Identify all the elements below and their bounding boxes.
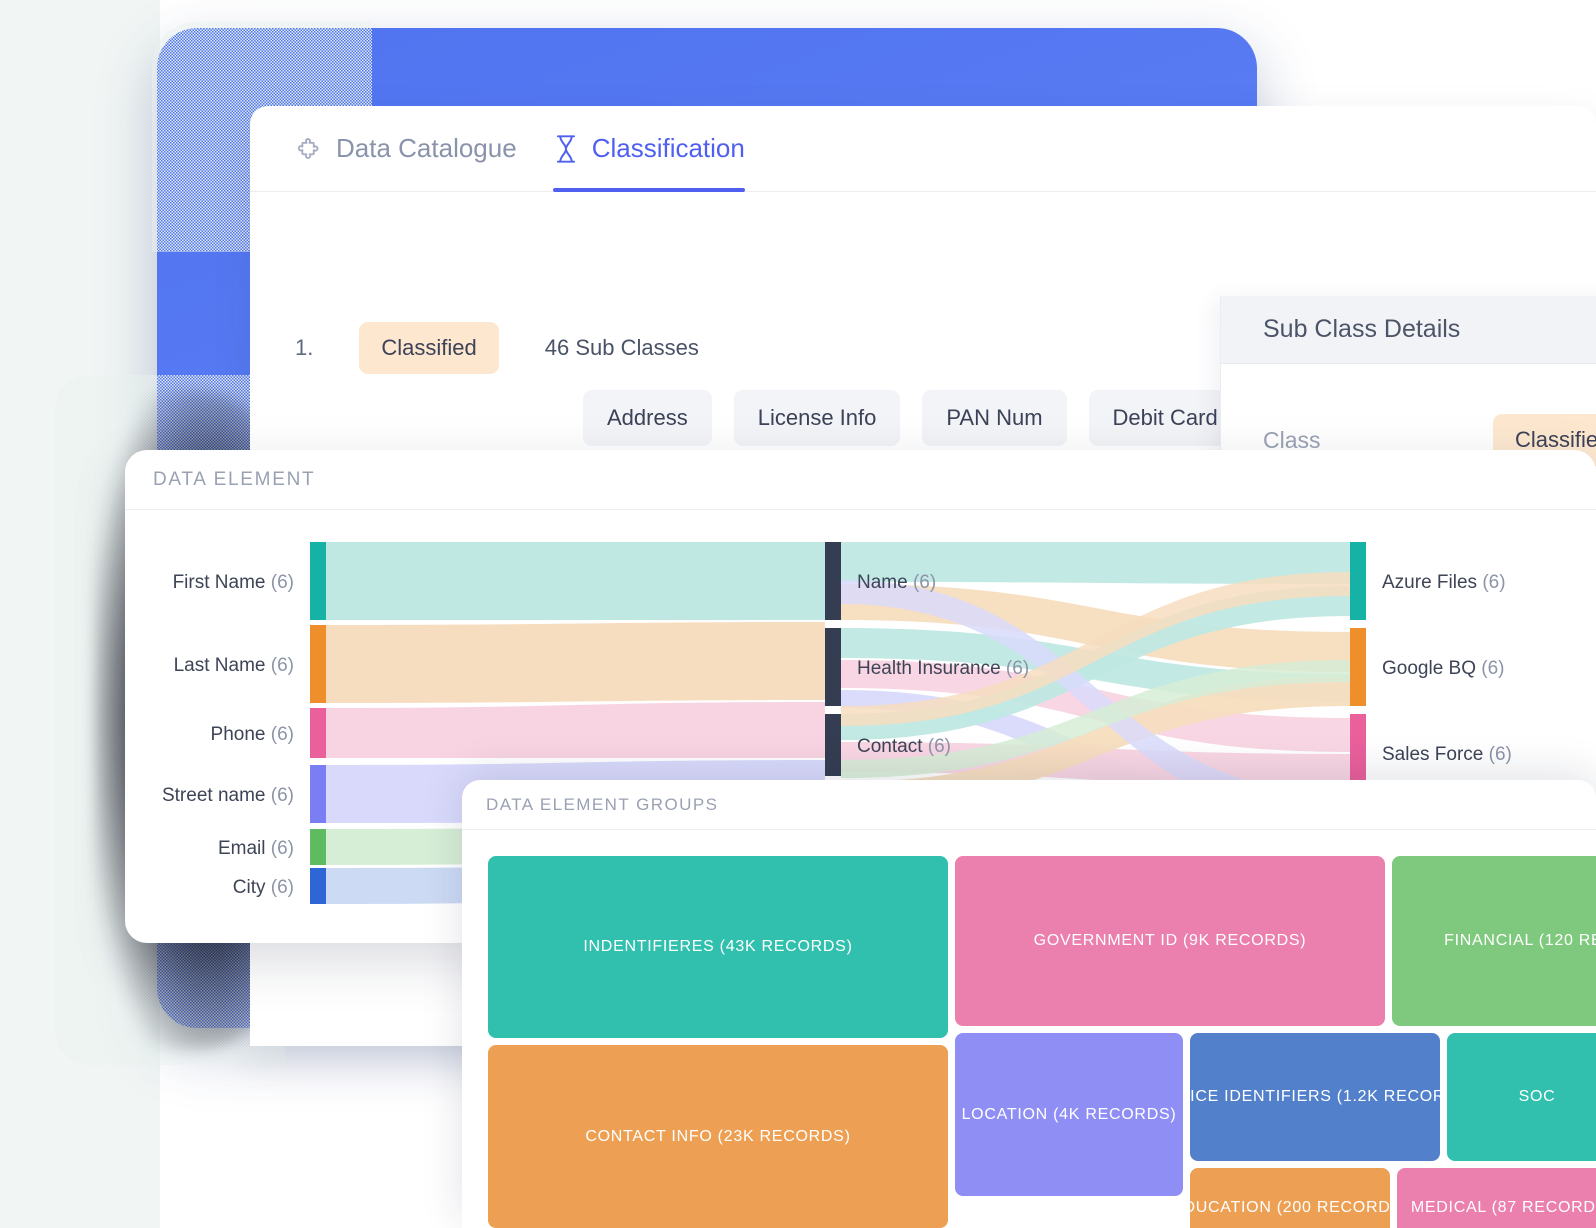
sankey-node-last_name[interactable] <box>310 625 326 703</box>
tab-label: Classification <box>591 133 745 163</box>
class-pill[interactable]: Classified <box>359 322 499 374</box>
sankey-node-contact[interactable] <box>825 714 841 776</box>
sankey-node-street_name[interactable] <box>310 765 326 823</box>
subclass-details-header: Sub Class Details <box>1221 296 1596 364</box>
treemap-chart: INDENTIFIERES (43K RECORDS) CONTACT INFO … <box>462 830 1596 1228</box>
sankey-node-label: First Name (6) <box>173 572 294 593</box>
treemap-tile-label: GOVERNMENT ID (9K RECORDS) <box>1033 932 1307 949</box>
treemap-tile[interactable]: GOVERNMENT ID (9K RECORDS) <box>955 856 1385 1026</box>
panel-title: Sub Class Details <box>1263 315 1461 343</box>
classification-row: 1. Classified 46 Sub Classes <box>295 322 699 374</box>
treemap-tile[interactable]: SOC <box>1447 1033 1596 1161</box>
sankey-node-phone[interactable] <box>310 708 326 758</box>
sankey-link <box>326 542 825 620</box>
data-element-groups-card: DATA ELEMENT GROUPS INDENTIFIERES (43K R… <box>462 780 1596 1228</box>
tab-data-catalogue[interactable]: Data Catalogue <box>295 106 517 192</box>
subclass-chip[interactable]: License Info <box>733 390 901 446</box>
tab-bar: Data Catalogue Classification <box>250 106 1596 192</box>
sankey-node-google_bq[interactable] <box>1350 628 1366 706</box>
hourglass-icon <box>553 134 579 164</box>
tab-classification[interactable]: Classification <box>552 106 746 192</box>
sankey-link <box>326 702 825 758</box>
sankey-node-email[interactable] <box>310 829 326 865</box>
treemap-tile[interactable]: DEVICE IDENTIFIERS (1.2K RECORDS) <box>1190 1033 1440 1161</box>
class-index: 1. <box>295 335 314 360</box>
sankey-node-first_name[interactable] <box>310 542 326 620</box>
treemap-tile[interactable]: FINANCIAL (120 RECORDS) <box>1392 856 1596 1026</box>
subclass-chip[interactable]: Address <box>583 390 712 446</box>
treemap-tile[interactable]: EDUCATION (200 RECORDS) <box>1190 1168 1390 1228</box>
tab-label: Data Catalogue <box>336 133 517 163</box>
sankey-node-label: Azure Files (6) <box>1382 572 1506 593</box>
puzzle-piece-icon <box>295 135 323 163</box>
sankey-node-label: Phone (6) <box>211 724 294 745</box>
sankey-node-health_insurance[interactable] <box>825 628 841 706</box>
subclass-count: 46 Sub Classes <box>544 335 699 360</box>
treemap-tile-label: CONTACT INFO (23K RECORDS) <box>585 1127 851 1145</box>
sankey-node-label: Google BQ (6) <box>1382 658 1505 679</box>
sankey-link <box>326 622 825 703</box>
subclass-chip[interactable]: PAN Num <box>922 390 1067 446</box>
sankey-node-label: Health Insurance (6) <box>857 658 1029 679</box>
sankey-node-label: Name (6) <box>857 572 936 593</box>
card-title: DATA ELEMENT GROUPS <box>486 794 719 814</box>
treemap-tile-label: FINANCIAL (120 RECORDS) <box>1444 932 1596 949</box>
treemap-tile[interactable]: CONTACT INFO (23K RECORDS) <box>488 1045 948 1228</box>
sankey-node-label: Street name (6) <box>162 785 294 806</box>
treemap-tile-label: LOCATION (4K RECORDS) <box>961 1105 1177 1123</box>
groups-header: DATA ELEMENT GROUPS <box>462 780 1596 830</box>
treemap-tile-label: SOC <box>1518 1088 1556 1105</box>
sankey-node-label: Contact (6) <box>857 736 951 757</box>
treemap-tile-label: INDENTIFIERES (43K RECORDS) <box>583 938 853 955</box>
treemap-tile-label: EDUCATION (200 RECORDS) <box>1190 1199 1390 1216</box>
sankey-node-label: Sales Force (6) <box>1382 744 1512 765</box>
screenshot-stage: Data Catalogue Classification 1. Classif… <box>0 0 1596 1228</box>
sankey-node-label: Email (6) <box>218 838 294 859</box>
treemap-tile-label: DEVICE IDENTIFIERS (1.2K RECORDS) <box>1190 1088 1440 1105</box>
treemap-tile[interactable]: INDENTIFIERES (43K RECORDS) <box>488 856 948 1038</box>
sankey-node-city[interactable] <box>310 868 326 904</box>
sankey-node-name[interactable] <box>825 542 841 620</box>
treemap-tile[interactable]: MEDICAL (87 RECORDS) <box>1397 1168 1596 1228</box>
data-element-header: DATA ELEMENT <box>125 450 1596 510</box>
treemap-tile[interactable]: LOCATION (4K RECORDS) <box>955 1033 1183 1196</box>
sankey-node-azure_files[interactable] <box>1350 542 1366 620</box>
sankey-node-label: Last Name (6) <box>174 655 294 676</box>
sankey-node-label: City (6) <box>233 877 294 898</box>
card-title: DATA ELEMENT <box>153 468 316 490</box>
treemap-tile-label: MEDICAL (87 RECORDS) <box>1410 1199 1596 1216</box>
